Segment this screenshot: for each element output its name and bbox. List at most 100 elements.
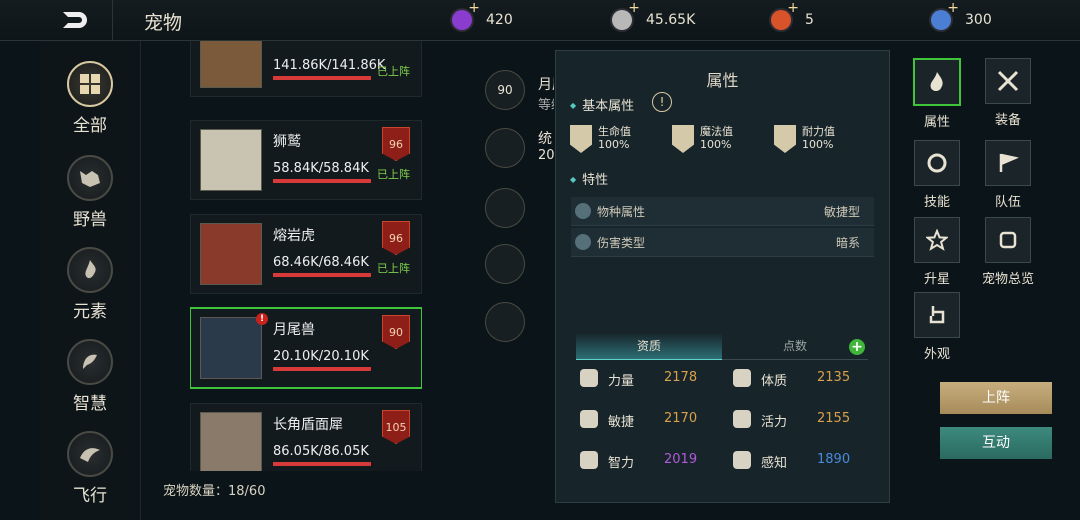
resource-fire-orb[interactable]: 5 xyxy=(771,0,814,34)
edit-icon[interactable] xyxy=(485,244,525,284)
heart-icon xyxy=(733,369,751,387)
stat-label: 感知 xyxy=(761,456,788,471)
hand-icon xyxy=(914,292,960,338)
pet-level-label: 等级 xyxy=(538,98,554,113)
element-icon xyxy=(67,247,113,293)
interact-button[interactable]: 互动 xyxy=(940,427,1052,459)
pet-card[interactable]: 长角盾面犀 86.05K/86.05K 105 xyxy=(190,403,422,471)
pet-hp: 58.84K/58.84K xyxy=(273,161,369,176)
damage-icon xyxy=(575,234,591,250)
stat-perception: 感知 1890 xyxy=(733,451,863,471)
back-button[interactable] xyxy=(40,0,113,40)
fire-icon xyxy=(913,58,961,106)
resource-blue-crystal[interactable]: 300 xyxy=(931,0,992,34)
stat-value: 100% xyxy=(598,138,630,151)
pet-name-partial: 月尾兽 xyxy=(538,77,554,93)
trait-label: 物种属性 xyxy=(597,205,646,219)
stat-value: 2135 xyxy=(817,370,851,385)
deployed-status: 已上阵 xyxy=(377,65,410,78)
stat-intellect: 智力 2019 xyxy=(580,451,710,471)
nav-item-element[interactable]: 元素 xyxy=(40,247,140,331)
stat-constitution: 体质 2135 xyxy=(733,369,863,389)
menu-attributes[interactable]: 属性 xyxy=(901,58,973,138)
fist-icon xyxy=(580,369,598,387)
menu-label: 外观 xyxy=(923,347,950,362)
stat-value: 2019 xyxy=(664,452,698,467)
wings-icon xyxy=(733,410,751,428)
menu-pet-overview[interactable]: 宠物总览 xyxy=(972,217,1044,297)
pet-thumbnail xyxy=(200,223,262,285)
grid-icon xyxy=(67,61,113,107)
info-icon[interactable]: ! xyxy=(652,92,672,112)
trait-species: 物种属性 敏捷型 xyxy=(571,197,874,226)
nav-label: 元素 xyxy=(73,302,107,322)
paw-icon xyxy=(575,203,591,219)
skill-icon xyxy=(914,140,960,186)
stat-agility: 敏捷 2170 xyxy=(580,410,710,430)
nav-label: 智慧 xyxy=(73,394,107,414)
menu-appearance[interactable]: 外观 xyxy=(901,292,973,372)
resource-value: 45.65K xyxy=(646,12,696,28)
stat-label: 体质 xyxy=(761,374,788,389)
pet-name: 狮鹫 xyxy=(273,134,301,150)
deployed-status: 已上阵 xyxy=(377,168,410,181)
basic-stat-stamina: 耐力值 100% xyxy=(774,125,835,153)
tab-points[interactable]: 点数 xyxy=(722,333,868,360)
nav-item-flying[interactable]: 飞行 xyxy=(40,431,140,515)
trait-damage-type: 伤害类型 暗系 xyxy=(571,228,874,257)
wolf-icon[interactable] xyxy=(485,188,525,228)
stat-label: 敏捷 xyxy=(608,415,635,430)
pet-count: 宠物数量：18/60 xyxy=(163,484,266,499)
pet-card[interactable]: 141.86K/141.86K 已上阵 xyxy=(190,41,422,97)
back-icon xyxy=(63,12,87,28)
stat-value: 2170 xyxy=(664,411,698,426)
deploy-button[interactable]: 上阵 xyxy=(940,382,1052,414)
tab-aptitude[interactable]: 资质 xyxy=(576,333,722,360)
pet-thumbnail xyxy=(200,129,262,191)
menu-star-up[interactable]: 升星 xyxy=(901,217,973,297)
star-icon xyxy=(914,217,960,263)
pet-hp: 141.86K/141.86K xyxy=(273,58,386,73)
nav-item-all[interactable]: 全部 xyxy=(40,61,140,145)
nav-label: 野兽 xyxy=(73,210,107,230)
resource-silver-coin[interactable]: 45.65K xyxy=(612,0,696,34)
menu-skills[interactable]: 技能 xyxy=(901,140,973,220)
pet-card-selected[interactable]: ! 月尾兽 20.10K/20.10K 90 xyxy=(190,307,422,389)
nav-item-wisdom[interactable]: 智慧 xyxy=(40,339,140,423)
pet-list[interactable]: 141.86K/141.86K 已上阵 狮鹫 58.84K/58.84K 已上阵… xyxy=(190,41,422,471)
resource-value: 300 xyxy=(965,12,992,28)
pet-card[interactable]: 熔岩虎 68.46K/68.46K 已上阵 96 xyxy=(190,214,422,294)
silver-coin-icon xyxy=(612,0,640,30)
nav-item-beast[interactable]: 野兽 xyxy=(40,155,140,239)
category-nav: 全部 野兽 元素 智慧 飞行 xyxy=(40,41,141,520)
pet-thumbnail xyxy=(200,412,262,471)
stat-label: 智力 xyxy=(608,456,635,471)
share-icon[interactable] xyxy=(485,302,525,342)
resource-purple-gem[interactable]: 420 xyxy=(452,0,513,34)
menu-equipment[interactable]: 装备 xyxy=(972,58,1044,138)
menu-label: 装备 xyxy=(994,113,1021,128)
blue-crystal-icon xyxy=(931,0,959,30)
menu-label: 升星 xyxy=(923,272,950,287)
nav-label: 全部 xyxy=(73,116,107,136)
pet-name: 长角盾面犀 xyxy=(273,417,343,433)
basic-stat-hp: 生命值 100% xyxy=(570,125,631,153)
level-badge: 96 xyxy=(382,221,410,255)
add-points-button[interactable]: + xyxy=(849,339,865,355)
pet-card[interactable]: 狮鹫 58.84K/58.84K 已上阵 96 xyxy=(190,120,422,200)
boot-icon xyxy=(580,410,598,428)
stat-value: 2178 xyxy=(664,370,698,385)
brain-icon xyxy=(580,451,598,469)
alert-icon: ! xyxy=(256,313,268,325)
menu-team[interactable]: 队伍 xyxy=(972,140,1044,220)
flag-icon xyxy=(985,140,1031,186)
pet-name: 熔岩虎 xyxy=(273,228,315,244)
page-title: 宠物 xyxy=(144,12,183,34)
stat-value: 100% xyxy=(802,138,834,151)
pet-hp: 20.10K/20.10K xyxy=(273,349,369,364)
panel-title: 属性 xyxy=(706,71,739,90)
stat-vitality: 活力 2155 xyxy=(733,410,863,430)
stat-label: 生命值 xyxy=(598,125,631,138)
stamina-shield-icon xyxy=(774,125,796,153)
crossed-swords-icon xyxy=(985,58,1031,104)
